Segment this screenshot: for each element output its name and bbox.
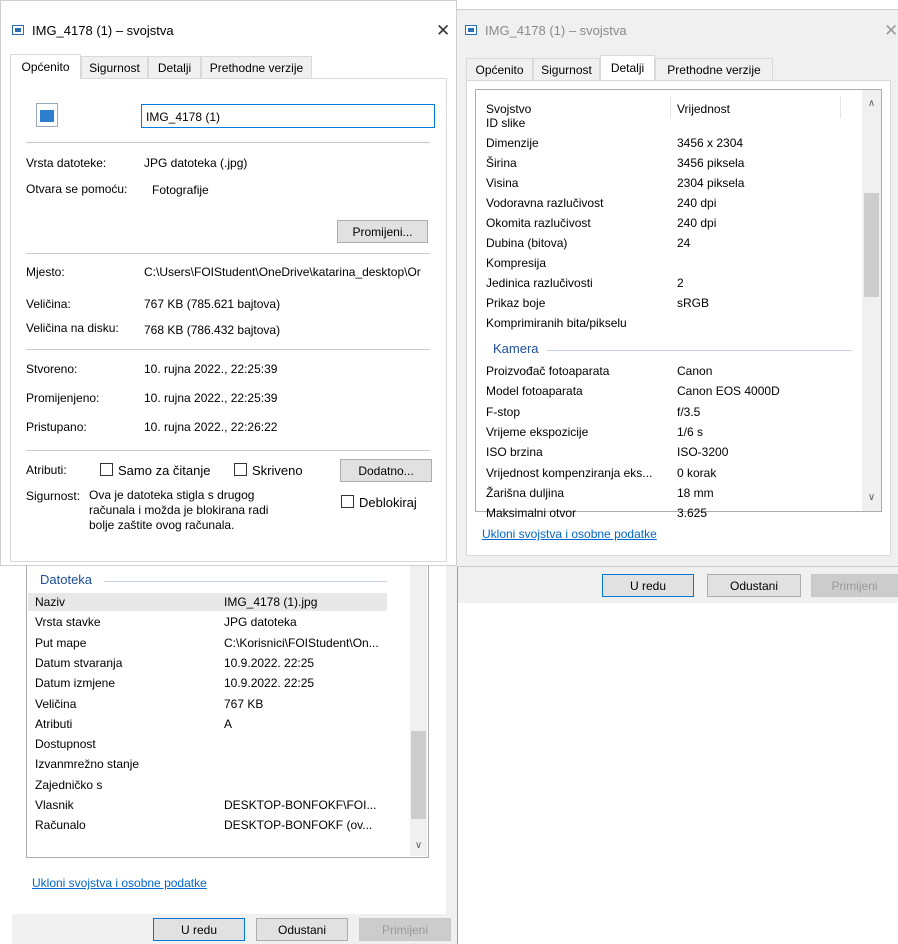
detail-row-value: DESKTOP-BONFOKF\FOI... xyxy=(224,798,377,812)
detail-row-name: Datum stvaranja xyxy=(35,655,123,670)
property-row-value: sRGB xyxy=(677,296,710,310)
group-camera-divider xyxy=(547,350,852,351)
detail-row-name: Računalo xyxy=(35,818,86,833)
detail-row-name: Zajedničko s xyxy=(35,777,103,792)
detail-row-name: Veličina xyxy=(35,696,77,711)
detail-row-value: JPG datoteka xyxy=(224,615,297,630)
detail-row-name: Atributi xyxy=(35,716,73,731)
chevron-down-icon[interactable]: ∨ xyxy=(410,840,427,851)
property-row-value: Canon xyxy=(677,364,713,378)
property-row-name: Proizvođač fotoaparata xyxy=(486,364,610,378)
right-window-border xyxy=(457,566,458,944)
property-row-name: Vrijeme ekspozicije xyxy=(486,424,589,439)
property-row-name: Dubina (bitova) xyxy=(486,236,568,250)
property-row-value: 24 xyxy=(677,236,691,250)
property-row-value: 1/6 s xyxy=(677,424,704,439)
property-row-name: Dimenzije xyxy=(486,136,539,150)
property-row-name: Jedinica razlučivosti xyxy=(486,276,593,290)
apply-button[interactable]: Primijeni xyxy=(359,918,451,941)
property-row-value: 3456 x 2304 xyxy=(677,136,744,150)
property-row-name: F-stop xyxy=(486,404,521,419)
chevron-down-icon[interactable]: ∨ xyxy=(863,492,880,503)
property-row-value: 240 dpi xyxy=(677,196,717,210)
property-row-name: Maksimalni otvor xyxy=(486,506,577,521)
property-row-name: ID slike xyxy=(486,116,526,130)
detail-row-value: DESKTOP-BONFOKF (ov... xyxy=(224,818,373,833)
header-value[interactable]: Vrijednost xyxy=(677,102,730,116)
property-row-name: Vrijednost kompenziranja eks... xyxy=(486,465,653,480)
property-row-name: Okomita razlučivost xyxy=(486,216,591,230)
property-row-value: 0 korak xyxy=(677,465,717,480)
property-scrollbar-thumb[interactable] xyxy=(864,193,879,297)
detail-row-name: Put mape xyxy=(35,635,87,650)
detail-row-value: 767 KB xyxy=(224,696,264,711)
property-row-name: Vodoravna razlučivost xyxy=(486,196,604,210)
property-row-name: Visina xyxy=(486,176,519,190)
detail-row-name: Izvanmrežno stanje xyxy=(35,757,140,772)
property-row-name: Kompresija xyxy=(486,256,547,270)
property-row-name: Model fotoaparata xyxy=(486,384,583,399)
header-property[interactable]: Svojstvo xyxy=(486,102,531,116)
property-row-value: 2 xyxy=(677,276,684,290)
property-row-name: ISO brzina xyxy=(486,445,543,460)
property-row-value: 2304 piksela xyxy=(677,176,745,190)
property-row-value: 240 dpi xyxy=(677,216,717,230)
detail-row-value: A xyxy=(224,716,233,731)
header-divider xyxy=(670,96,671,118)
detail-row-value: 10.9.2022. 22:25 xyxy=(224,655,315,670)
ok-button[interactable]: U redu xyxy=(153,918,245,941)
property-scrollbar[interactable] xyxy=(862,90,881,511)
detail-row-value: 10.9.2022. 22:25 xyxy=(224,676,315,691)
right-details-content: Svojstvo Vrijednost ID slike Dimenzije 345… xyxy=(0,0,898,600)
remove-properties-link[interactable]: Ukloni svojstva i osobne podatke xyxy=(482,527,657,541)
property-row-name: Prikaz boje xyxy=(486,296,546,310)
header-divider xyxy=(840,96,841,118)
property-row-name: Širina xyxy=(486,156,517,170)
cancel-button[interactable]: Odustani xyxy=(256,918,348,941)
detail-row-name: Dostupnost xyxy=(35,737,96,752)
details-scrollbar-thumb[interactable] xyxy=(411,731,426,819)
property-row-name: Komprimiranih bita/pikselu xyxy=(486,316,627,330)
property-row-name: Žarišna duljina xyxy=(486,485,565,500)
property-row-value: 3.625 xyxy=(677,506,708,521)
property-row-value: f/3.5 xyxy=(677,404,701,419)
property-row-value: 18 mm xyxy=(677,485,714,500)
detail-row-name: Vlasnik xyxy=(35,798,74,812)
detail-row-name: Vrsta stavke xyxy=(35,615,101,630)
chevron-up-icon[interactable]: ∧ xyxy=(863,98,880,109)
detail-row-value: C:\Korisnici\FOIStudent\On... xyxy=(224,635,379,650)
property-row-value: Canon EOS 4000D xyxy=(677,384,780,399)
property-row-value: 3456 piksela xyxy=(677,156,745,170)
remove-properties-link[interactable]: Ukloni svojstva i osobne podatke xyxy=(32,876,207,890)
group-camera-title: Kamera xyxy=(493,341,539,356)
property-row-value: ISO-3200 xyxy=(677,445,729,460)
detail-row-name: Datum izmjene xyxy=(35,676,116,691)
